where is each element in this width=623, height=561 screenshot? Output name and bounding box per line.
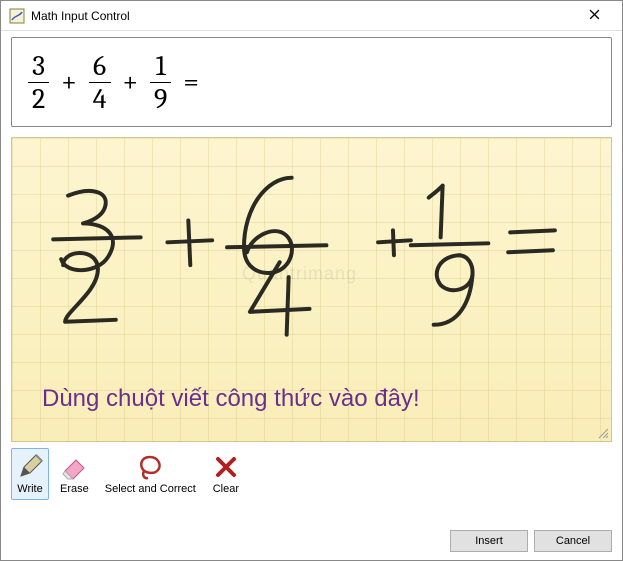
cancel-button[interactable]: Cancel [534, 530, 612, 552]
write-label: Write [17, 483, 42, 495]
fraction-1-numerator: 3 [28, 52, 49, 82]
fraction-1: 3 2 [28, 52, 49, 113]
select-correct-label: Select and Correct [105, 483, 196, 495]
math-output-box: 3 2 + 6 4 + 1 9 = [11, 37, 612, 127]
erase-label: Erase [60, 483, 89, 495]
insert-button[interactable]: Insert [450, 530, 528, 552]
fraction-3-denominator: 9 [150, 82, 171, 113]
content: 3 2 + 6 4 + 1 9 = Quantrimang [1, 31, 622, 510]
select-correct-button[interactable]: Select and Correct [100, 448, 201, 500]
eraser-icon [60, 453, 88, 481]
write-button[interactable]: Write [11, 448, 49, 500]
fraction-3: 1 9 [150, 52, 171, 113]
ink-canvas[interactable]: Quantrimang [11, 137, 612, 442]
fraction-3-numerator: 1 [152, 52, 170, 82]
titlebar: Math Input Control [1, 1, 622, 31]
pencil-icon [16, 453, 44, 481]
footer-buttons: Insert Cancel [450, 530, 612, 552]
equals-sign: = [183, 66, 199, 98]
erase-button[interactable]: Erase [55, 448, 94, 500]
fraction-2: 6 4 [89, 52, 111, 113]
fraction-1-denominator: 2 [28, 82, 49, 113]
plus-operator: + [123, 66, 139, 98]
math-input-window: Math Input Control 3 2 + 6 4 + 1 [0, 0, 623, 561]
canvas-caption: Dùng chuột viết công thức vào đây! [42, 385, 420, 413]
clear-icon [212, 453, 240, 481]
fraction-2-denominator: 4 [89, 82, 111, 113]
clear-label: Clear [213, 483, 239, 495]
window-title: Math Input Control [31, 9, 574, 23]
close-icon [589, 9, 600, 23]
fraction-2-numerator: 6 [89, 52, 110, 82]
math-expression: 3 2 + 6 4 + 1 9 = [24, 52, 207, 113]
plus-operator: + [61, 66, 77, 98]
lasso-icon [136, 453, 164, 481]
toolbar: Write Erase Select and Correct Clear [11, 448, 612, 500]
app-icon [9, 8, 25, 24]
close-button[interactable] [574, 2, 614, 30]
resize-handle[interactable] [597, 427, 609, 439]
clear-button[interactable]: Clear [207, 448, 245, 500]
